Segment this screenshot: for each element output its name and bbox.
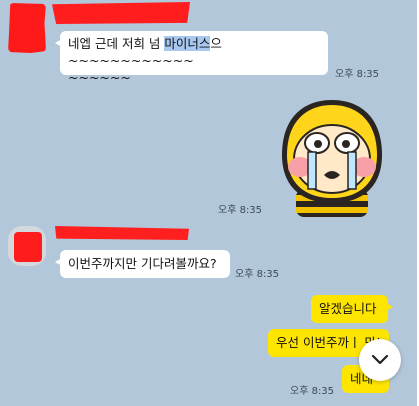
- message-bubble-incoming[interactable]: 이번주까지만 기다려볼까요?: [55, 250, 230, 278]
- scroll-to-bottom-button[interactable]: [359, 339, 401, 381]
- sticker-image: [282, 100, 382, 217]
- message-time: 오후 8:35: [218, 205, 263, 216]
- redacted-avatar: [8, 3, 46, 53]
- message-text: 네엡 근데 저희 넘: [68, 36, 165, 51]
- message-bubble-incoming[interactable]: 네엡 근데 저희 넘 마이너스으~~~~~~~~~~~~ ~~~~~~: [55, 31, 328, 85]
- crying-bee-character-sticker[interactable]: [274, 97, 390, 217]
- redacted-avatar: [8, 226, 46, 266]
- message-text-line2: ~~~~~~: [68, 70, 131, 85]
- message-text: 이번주까지만 기다려볼까요?: [68, 256, 217, 271]
- message-bubble-outgoing[interactable]: 알겠습니다: [311, 295, 393, 323]
- message-time: 오후 8:35: [235, 269, 280, 280]
- chevron-down-icon: [371, 354, 389, 365]
- message-text: 알겠습니다: [319, 301, 377, 316]
- highlighted-text: 마이너스: [164, 36, 211, 51]
- redacted-sender-name: [55, 226, 189, 240]
- message-time: 오후 8:35: [335, 69, 380, 80]
- message-time: 오후 8:35: [290, 386, 335, 397]
- redacted-sender-name: [52, 2, 190, 24]
